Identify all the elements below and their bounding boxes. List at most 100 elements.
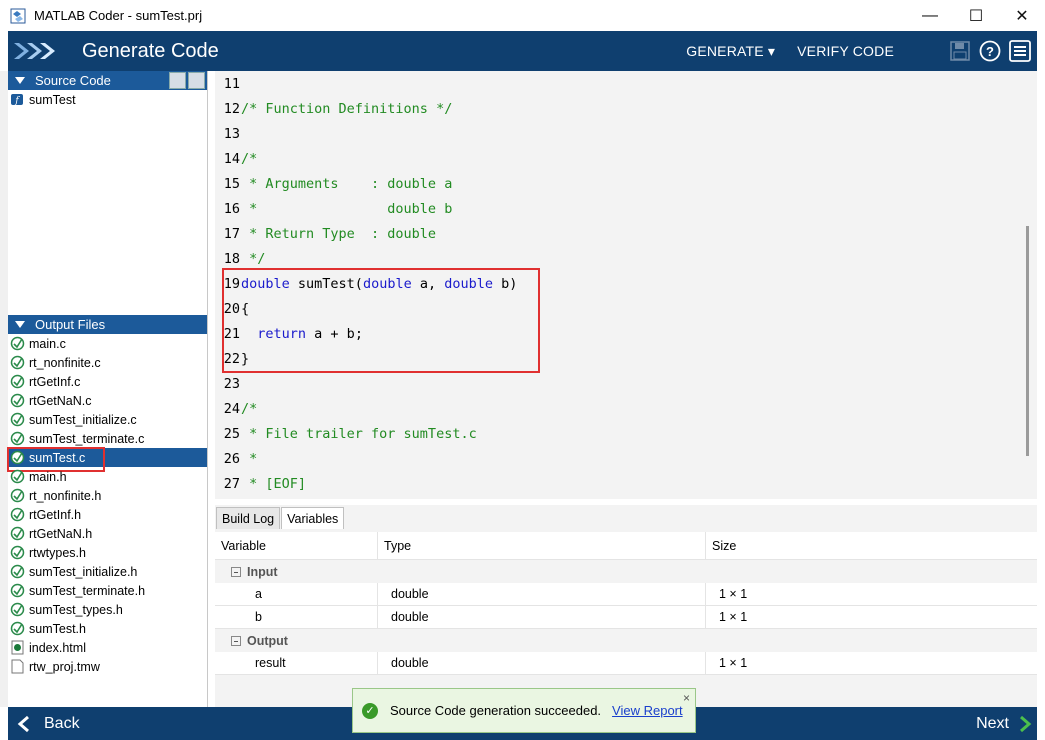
output-files-header[interactable]: Output Files [8,315,207,334]
variable-name: b [215,605,378,629]
output-file-item[interactable]: rt_nonfinite.h [8,486,207,505]
line-number: 13 [223,125,240,142]
back-arrow-icon [17,715,29,732]
collapse-triangle-icon[interactable] [15,321,25,328]
output-file-item[interactable]: rtw_proj.tmw [8,657,207,676]
output-file-item[interactable]: sumTest.c [7,447,207,472]
collapse-triangle-icon[interactable] [15,77,25,84]
output-file-item[interactable]: sumTest_initialize.h [8,562,207,581]
output-file-label: sumTest.h [29,621,86,636]
line-number: 24 [223,400,240,417]
code-line: 14/* [215,146,1037,171]
tab-variables[interactable]: Variables [281,507,345,529]
line-number: 14 [223,150,240,167]
bottom-tabs: Build Log Variables [215,505,1037,529]
back-label: Back [44,714,80,732]
c-source-file-icon [10,564,25,579]
c-source-file-icon [10,488,25,503]
table-row[interactable]: result double 1 × 1 [215,651,1037,675]
code-line: 12/* Function Definitions */ [215,96,1037,121]
code-token: /* [241,400,258,417]
bottom-panel: Build Log Variables Variable Type Size I… [215,505,1037,707]
c-source-file-icon [10,355,25,370]
generate-menu[interactable]: GENERATE ▾ [686,43,775,60]
output-file-item[interactable]: rtGetNaN.c [8,391,207,410]
view-report-link[interactable]: View Report [612,703,683,718]
line-number: 17 [223,225,240,242]
group-output[interactable]: Output [215,629,1037,652]
output-file-label: sumTest_terminate.h [29,583,146,598]
code-token: * Return Type : double [241,225,437,242]
c-source-file-icon [10,374,25,389]
output-file-item[interactable]: main.c [8,334,207,353]
code-viewer[interactable]: 11 12/* Function Definitions */13 14/* 15 *… [215,71,1037,499]
verify-code-menu[interactable]: VERIFY CODE [797,43,894,59]
column-header-size[interactable]: Size [706,532,1037,560]
line-number: 11 [223,75,240,92]
code-line: 16 * double b [215,196,1037,221]
code-line: 27 * [EOF] [215,471,1037,496]
variable-type: double [378,651,706,675]
column-header-type[interactable]: Type [378,531,706,560]
code-token: * double b [241,200,453,217]
save-icon[interactable] [949,40,971,62]
output-file-label: rt_nonfinite.h [29,488,102,503]
output-file-item[interactable]: rtGetNaN.h [8,524,207,543]
line-number: 25 [223,425,240,442]
code-line: 15 * Arguments : double a [215,171,1037,196]
output-file-label: index.html [29,640,86,655]
output-file-item[interactable]: sumTest_initialize.c [8,410,207,429]
collapse-minus-icon[interactable] [231,635,241,646]
output-file-item[interactable]: index.html [8,638,207,657]
tree-view-icon[interactable] [188,72,205,89]
output-file-label: sumTest_initialize.h [29,564,138,579]
source-code-header[interactable]: Source Code [8,71,207,90]
source-file-item[interactable]: f sumTest [8,90,207,109]
output-file-label: main.c [29,336,66,351]
back-button[interactable]: Back [16,707,80,740]
output-file-label: sumTest_terminate.c [29,431,145,446]
c-source-file-icon [10,393,25,408]
collapse-minus-icon[interactable] [231,566,241,577]
c-source-file-icon [10,583,25,598]
column-header-variable[interactable]: Variable [215,531,378,560]
output-file-item[interactable]: rt_nonfinite.c [8,353,207,372]
close-window-button[interactable]: ✕ [999,0,1045,31]
code-scrollbar[interactable] [1026,226,1029,456]
list-view-icon[interactable] [169,72,186,89]
close-notification-icon[interactable]: × [683,691,690,705]
table-header-row: Variable Type Size [215,531,1037,560]
window-titlebar: MATLAB Coder - sumTest.prj — ☐ ✕ [0,0,1045,31]
output-file-item[interactable]: main.h [8,467,207,486]
output-file-label: rtGetInf.c [29,374,81,389]
line-number: 23 [223,375,240,392]
variables-table: Variable Type Size Input a double 1 × 1 … [215,531,1037,675]
output-file-label: sumTest_initialize.c [29,412,137,427]
table-row[interactable]: b double 1 × 1 [215,605,1037,629]
output-file-item[interactable]: sumTest_terminate.h [8,581,207,600]
table-row[interactable]: a double 1 × 1 [215,582,1037,606]
code-line: 23 [215,371,1037,396]
code-token: * Arguments : double a [241,175,453,192]
code-token: * [241,450,258,467]
variable-size: 1 × 1 [719,610,748,624]
output-file-item[interactable]: rtwtypes.h [8,543,207,562]
maximize-button[interactable]: ☐ [953,0,999,31]
group-input[interactable]: Input [215,560,1037,583]
actions-menu-icon[interactable] [1009,40,1031,62]
help-icon[interactable]: ? [979,40,1001,62]
line-number: 27 [223,475,240,492]
minimize-button[interactable]: — [907,0,953,31]
left-edge-strip [0,71,8,707]
output-file-item[interactable]: sumTest.h [8,619,207,638]
code-line: 13 [215,121,1037,146]
output-file-item[interactable]: sumTest_terminate.c [8,429,207,448]
app-header: Generate Code GENERATE ▾ VERIFY CODE ? [8,31,1037,71]
output-file-item[interactable]: sumTest_types.h [8,600,207,619]
output-file-item[interactable]: rtGetInf.h [8,505,207,524]
output-file-item[interactable]: rtGetInf.c [8,372,207,391]
next-button[interactable]: Next [976,707,1033,740]
line-number: 15 [223,175,240,192]
code-token: * [EOF] [241,475,307,492]
tab-build-log[interactable]: Build Log [216,507,281,529]
